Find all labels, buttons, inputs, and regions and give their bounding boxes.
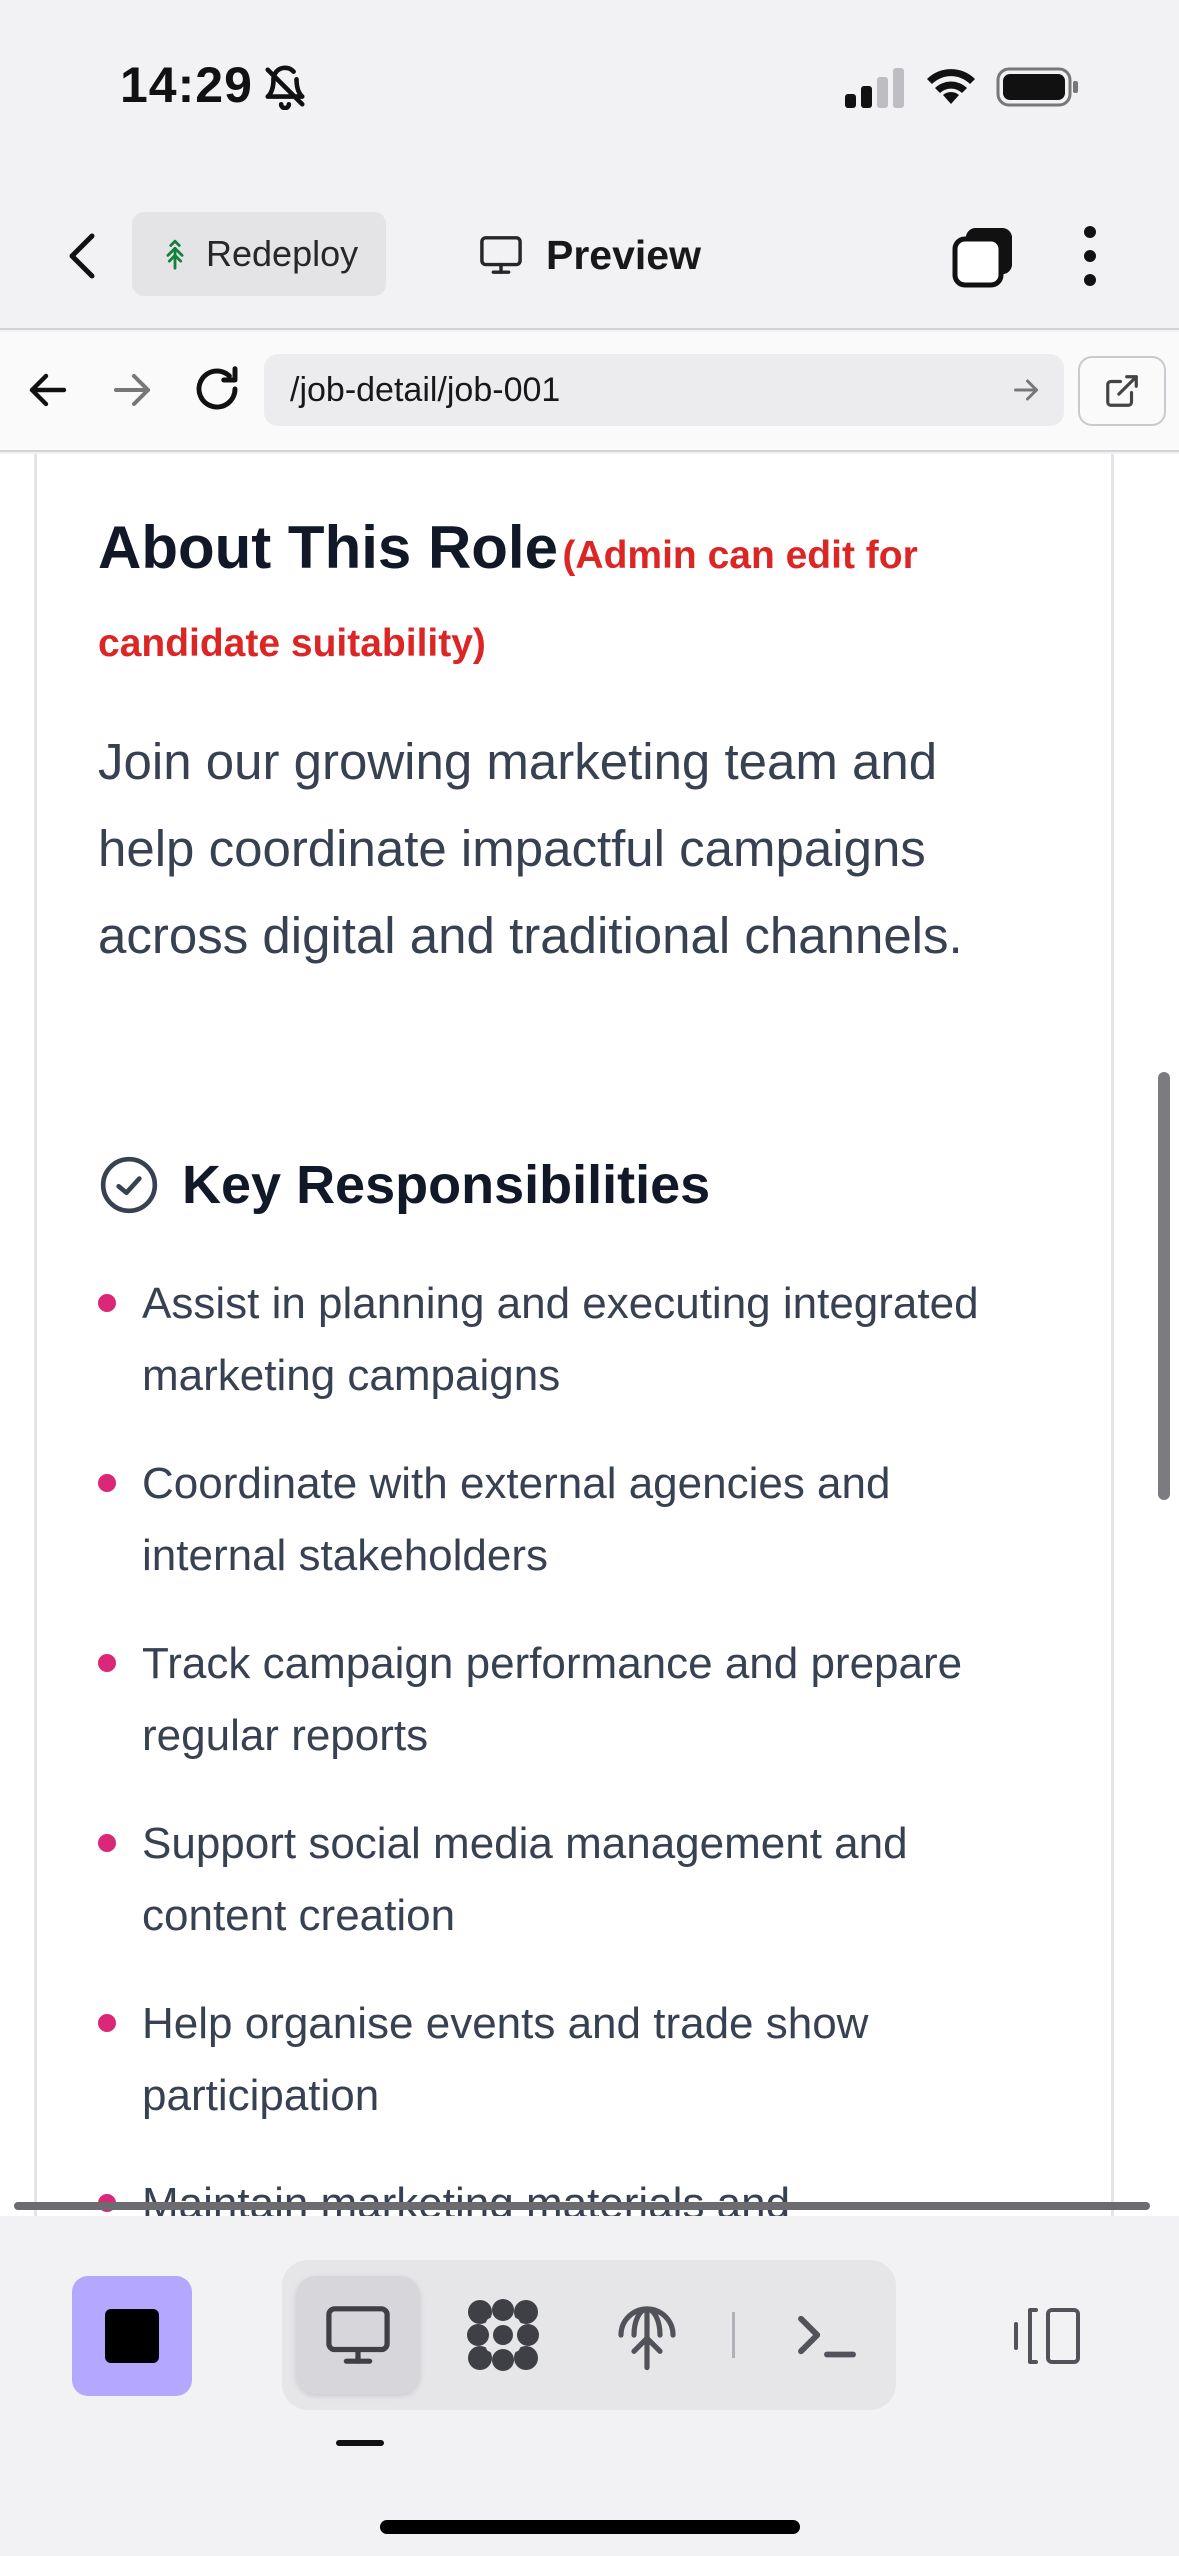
list-item: Track campaign performance and prepare r…: [98, 1628, 1018, 1772]
split-view-icon[interactable]: [1010, 2304, 1084, 2368]
reload-icon[interactable]: [190, 362, 244, 416]
responsibility-text: Assist in planning and executing integra…: [142, 1279, 979, 1400]
go-arrow-icon[interactable]: [1008, 372, 1044, 408]
url-text: /job-detail/job-001: [290, 370, 561, 409]
home-indicator: [380, 2520, 800, 2534]
preview-label: Preview: [546, 231, 701, 278]
redeploy-label: Redeploy: [206, 233, 359, 274]
tabs-icon[interactable]: [952, 226, 1014, 288]
stop-button[interactable]: [72, 2276, 192, 2396]
stop-icon: [105, 2309, 159, 2363]
about-role-heading: About This Role (Admin can edit for cand…: [98, 508, 998, 692]
terminal-icon[interactable]: [788, 2296, 866, 2374]
bullet-dot: [98, 1294, 116, 1312]
external-link-icon: [1106, 375, 1138, 407]
back-chevron-icon[interactable]: [58, 228, 108, 284]
toolbar-separator: [732, 2312, 735, 2358]
redeploy-button[interactable]: Redeploy: [132, 212, 386, 296]
browser-url-bar: /job-detail/job-001: [0, 332, 1179, 452]
bottom-toolbar: [0, 2216, 1179, 2556]
about-role-title: About This Role: [98, 514, 558, 581]
desktop-view-button[interactable]: [296, 2276, 420, 2394]
list-item: Support social media management and cont…: [98, 1808, 1018, 1952]
responsibilities-title: Key Responsibilities: [182, 1155, 711, 1215]
apps-icon[interactable]: [464, 2296, 542, 2374]
monitor-icon: [480, 236, 522, 274]
list-item: Coordinate with external agencies and in…: [98, 1448, 1018, 1592]
bullet-dot: [98, 1834, 116, 1852]
status-bar: 14:29: [0, 0, 1179, 180]
bullet-dot: [98, 1474, 116, 1492]
active-tab-indicator: [336, 2440, 384, 2446]
arrow-left-icon[interactable]: [24, 366, 72, 414]
page-scrollbar[interactable]: [1158, 1072, 1170, 1500]
list-item: Assist in planning and executing integra…: [98, 1268, 1018, 1412]
battery-icon: [996, 67, 1078, 107]
status-time: 14:29: [120, 57, 253, 113]
web-content: About This Role (Admin can edit for cand…: [0, 454, 1179, 2216]
responsibility-text: Coordinate with external agencies and in…: [142, 1459, 891, 1580]
arrow-right-icon[interactable]: [108, 366, 156, 414]
bell-off-icon: [265, 65, 305, 110]
responsibility-text: Maintain marketing materials and: [142, 2179, 791, 2216]
app-top-bar: Redeploy Preview: [0, 200, 1179, 330]
role-description: Join our growing marketing team and help…: [98, 733, 963, 964]
responsibilities-header: Key Responsibilities: [98, 1154, 710, 1216]
responsibility-text: Support social media management and cont…: [142, 1819, 908, 1940]
preview-button[interactable]: Preview: [478, 220, 701, 290]
view-switcher: [282, 2260, 896, 2410]
responsibility-text: Help organise events and trade show part…: [142, 1999, 869, 2120]
tree-icon: [166, 239, 184, 270]
check-circle-icon: [100, 1156, 158, 1214]
resize-divider[interactable]: [14, 2202, 1150, 2210]
deploy-icon[interactable]: [608, 2296, 686, 2374]
responsibilities-list: Assist in planning and executing integra…: [98, 1268, 1018, 2216]
wifi-icon: [927, 69, 975, 104]
desktop-icon: [326, 2306, 390, 2364]
responsibility-text: Track campaign performance and prepare r…: [142, 1639, 963, 1760]
more-vertical-icon[interactable]: [1070, 224, 1110, 288]
bullet-dot: [98, 1654, 116, 1672]
url-input[interactable]: /job-detail/job-001: [264, 354, 1064, 426]
bullet-dot: [98, 2014, 116, 2032]
list-item: Help organise events and trade show part…: [98, 1988, 1018, 2132]
signal-icon: [845, 68, 904, 108]
open-external-button[interactable]: [1078, 356, 1166, 426]
